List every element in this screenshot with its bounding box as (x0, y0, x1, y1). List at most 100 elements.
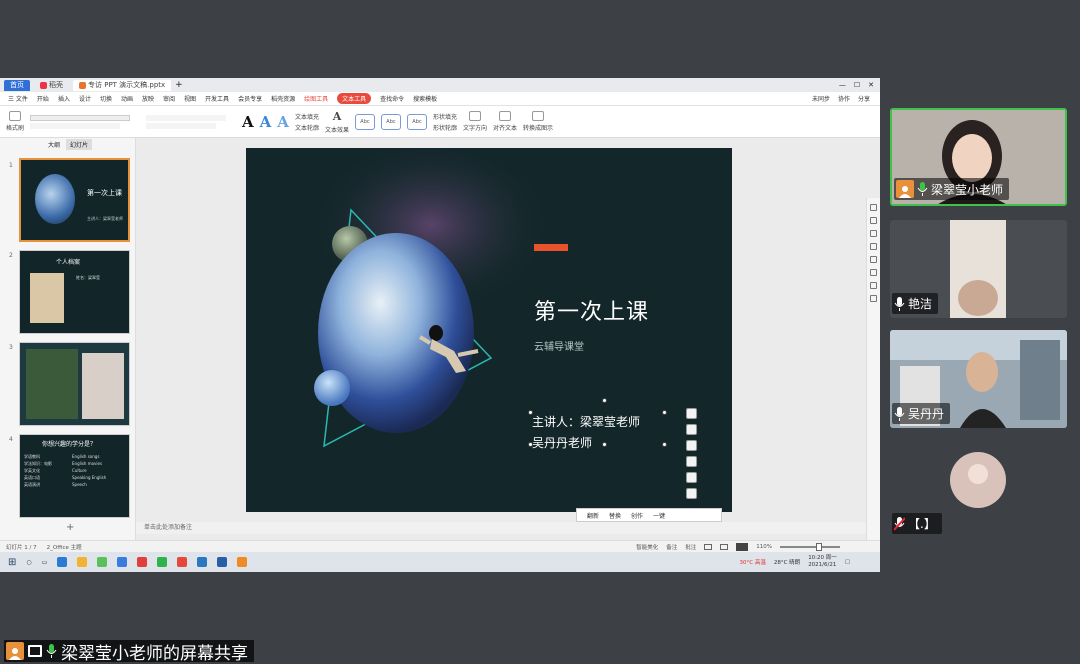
float-btn-replace[interactable]: 替换 (609, 511, 621, 520)
video-tile-3[interactable]: 吴丹丹 (890, 330, 1067, 428)
menu-item-10[interactable]: 会员专享 (238, 94, 262, 103)
app-icon[interactable] (117, 557, 128, 567)
text-style-blue-A[interactable]: A (260, 113, 272, 131)
notes-pane[interactable]: 单击此处添加备注 (136, 522, 880, 534)
menu-item-3[interactable]: 设计 (79, 94, 91, 103)
slide-thumbnail-1[interactable]: 第一次上课 主讲人：梁翠莹老师 (19, 158, 130, 242)
maximize-button[interactable]: ☐ (854, 81, 860, 89)
notes-button[interactable]: 备注 (666, 543, 677, 551)
wechat-icon[interactable] (157, 557, 168, 567)
ribbon-group-paragraph[interactable] (146, 114, 236, 129)
settings-icon[interactable] (686, 488, 697, 499)
search-icon[interactable]: ○ (26, 559, 31, 566)
menu-item-0[interactable]: 三 文件 (8, 94, 28, 103)
ribbon-text-fill[interactable]: 文本填充 文本轮廓 (295, 112, 319, 132)
menu-item-7[interactable]: 审阅 (163, 94, 175, 103)
menu-item-2[interactable]: 插入 (58, 94, 70, 103)
slide-thumbnail-2[interactable]: 个人档案 姓名：梁翠莹 (19, 250, 130, 334)
lock-icon[interactable] (686, 472, 697, 483)
tool-icon[interactable] (870, 230, 877, 237)
view-normal-icon[interactable] (704, 543, 713, 550)
slide-subtitle[interactable]: 云辅导课堂 (534, 338, 584, 353)
slide-thumbnail-4[interactable]: 你想兴趣的学分是？ 学语教科 学法知识：电影 学英文化 英语口语 英语演讲 Englis… (19, 434, 130, 518)
zoom-level[interactable]: 110% (756, 544, 772, 550)
zoom-slider[interactable] (780, 542, 840, 551)
video-tile-4[interactable]: 【.】 (890, 440, 1067, 538)
float-btn-create[interactable]: 创作 (631, 511, 643, 520)
menu-right-2[interactable]: 分享 (858, 94, 870, 103)
tool-icon[interactable] (870, 217, 877, 224)
chrome-icon[interactable] (97, 557, 108, 567)
ribbon-group-clipboard[interactable]: 格式刷 (6, 111, 24, 132)
menu-item-14[interactable]: 查找命令 (380, 94, 404, 103)
shape-icon[interactable] (686, 424, 697, 435)
text-style-lightblue-A[interactable]: A (277, 113, 289, 131)
tab-slides[interactable]: 幻灯片 (66, 138, 93, 150)
tool-icon[interactable] (870, 269, 877, 276)
tool-icon[interactable] (870, 282, 877, 289)
taskview-icon[interactable]: ▭ (42, 559, 48, 566)
ribbon-shape-fill[interactable]: 形状填充 形状轮廓 (433, 112, 457, 132)
menu-item-6[interactable]: 放映 (142, 94, 154, 103)
menu-item-12[interactable]: 绘图工具 (304, 94, 328, 103)
video-tile-host[interactable]: 梁翠莹小老师 (890, 108, 1067, 206)
menu-item-5[interactable]: 动画 (121, 94, 133, 103)
close-button[interactable]: ✕ (868, 81, 874, 89)
selection-handle[interactable] (528, 410, 533, 415)
beautify-button[interactable]: 智能美化 (636, 543, 658, 551)
menu-item-15[interactable]: 搜索模板 (413, 94, 437, 103)
play-icon[interactable] (736, 542, 749, 551)
tool-icon[interactable] (870, 295, 877, 302)
tab-add-button[interactable]: + (175, 80, 183, 90)
comment-button[interactable]: 批注 (685, 543, 696, 551)
presenter-textbox[interactable]: 主讲人：梁翠莹老师 吴丹丹老师 (532, 412, 640, 454)
meeting-icon[interactable] (217, 557, 228, 567)
video-tile-2[interactable]: 艳洁 (890, 220, 1067, 318)
tab-outline[interactable]: 大纲 (48, 140, 60, 149)
pen-icon[interactable] (686, 440, 697, 451)
menu-item-9[interactable]: 开发工具 (205, 94, 229, 103)
tool-icon[interactable] (870, 256, 877, 263)
float-btn-refresh[interactable]: 翻新 (587, 511, 599, 520)
menu-item-11[interactable]: 稻壳资源 (271, 94, 295, 103)
crop-icon[interactable] (686, 456, 697, 467)
folder-icon[interactable] (77, 557, 88, 567)
ppt-icon[interactable] (237, 557, 248, 567)
menu-item-1[interactable]: 开始 (37, 94, 49, 103)
shape-style-2[interactable]: Abc (380, 113, 401, 130)
ribbon-group-font[interactable] (30, 114, 140, 129)
float-btn-oneclick[interactable]: 一键 (653, 511, 665, 520)
ribbon-text-effect[interactable]: A 文本效果 (325, 110, 349, 134)
slide-title[interactable]: 第一次上课 (534, 294, 649, 326)
view-sorter-icon[interactable] (720, 543, 729, 550)
ribbon-align-text[interactable]: 对齐文本 (493, 111, 517, 132)
shape-style-3[interactable]: Abc (406, 113, 427, 130)
ribbon-convert-diagram[interactable]: 转换成图示 (523, 111, 553, 132)
slide-main[interactable]: 第一次上课 云辅导课堂 主讲人：梁翠莹老师 吴丹丹老师 (246, 148, 732, 512)
menu-right-0[interactable]: 未同步 (812, 94, 830, 103)
ribbon-text-direction[interactable]: 文字方向 (463, 111, 487, 132)
selection-handle[interactable] (662, 442, 667, 447)
start-icon[interactable]: ⊞ (8, 557, 16, 568)
edge-icon[interactable] (57, 557, 68, 567)
menu-right-1[interactable]: 协作 (838, 94, 850, 103)
selection-handle[interactable] (662, 410, 667, 415)
wps-icon[interactable] (177, 557, 188, 567)
tool-icon[interactable] (870, 243, 877, 250)
tool-icon[interactable] (870, 204, 877, 211)
add-slide-button[interactable]: + (66, 522, 74, 533)
shape-style-1[interactable]: Abc (354, 113, 375, 130)
selection-handle[interactable] (602, 442, 607, 447)
tab-document[interactable]: 专访 PPT 演示文稿.pptx (73, 79, 172, 91)
tab-docer[interactable]: 稻壳 (34, 80, 69, 91)
selection-handle[interactable] (602, 398, 607, 403)
notification-icon[interactable]: ▢ (845, 559, 850, 565)
menu-item-4[interactable]: 切换 (100, 94, 112, 103)
text-style-black-A[interactable]: A (242, 113, 254, 131)
app-icon[interactable] (137, 557, 148, 567)
menu-item-13[interactable]: 文本工具 (337, 93, 372, 104)
menu-item-8[interactable]: 视图 (184, 94, 196, 103)
minimize-button[interactable]: — (839, 81, 846, 89)
layer-icon[interactable] (686, 408, 697, 419)
app-icon[interactable] (197, 557, 208, 567)
